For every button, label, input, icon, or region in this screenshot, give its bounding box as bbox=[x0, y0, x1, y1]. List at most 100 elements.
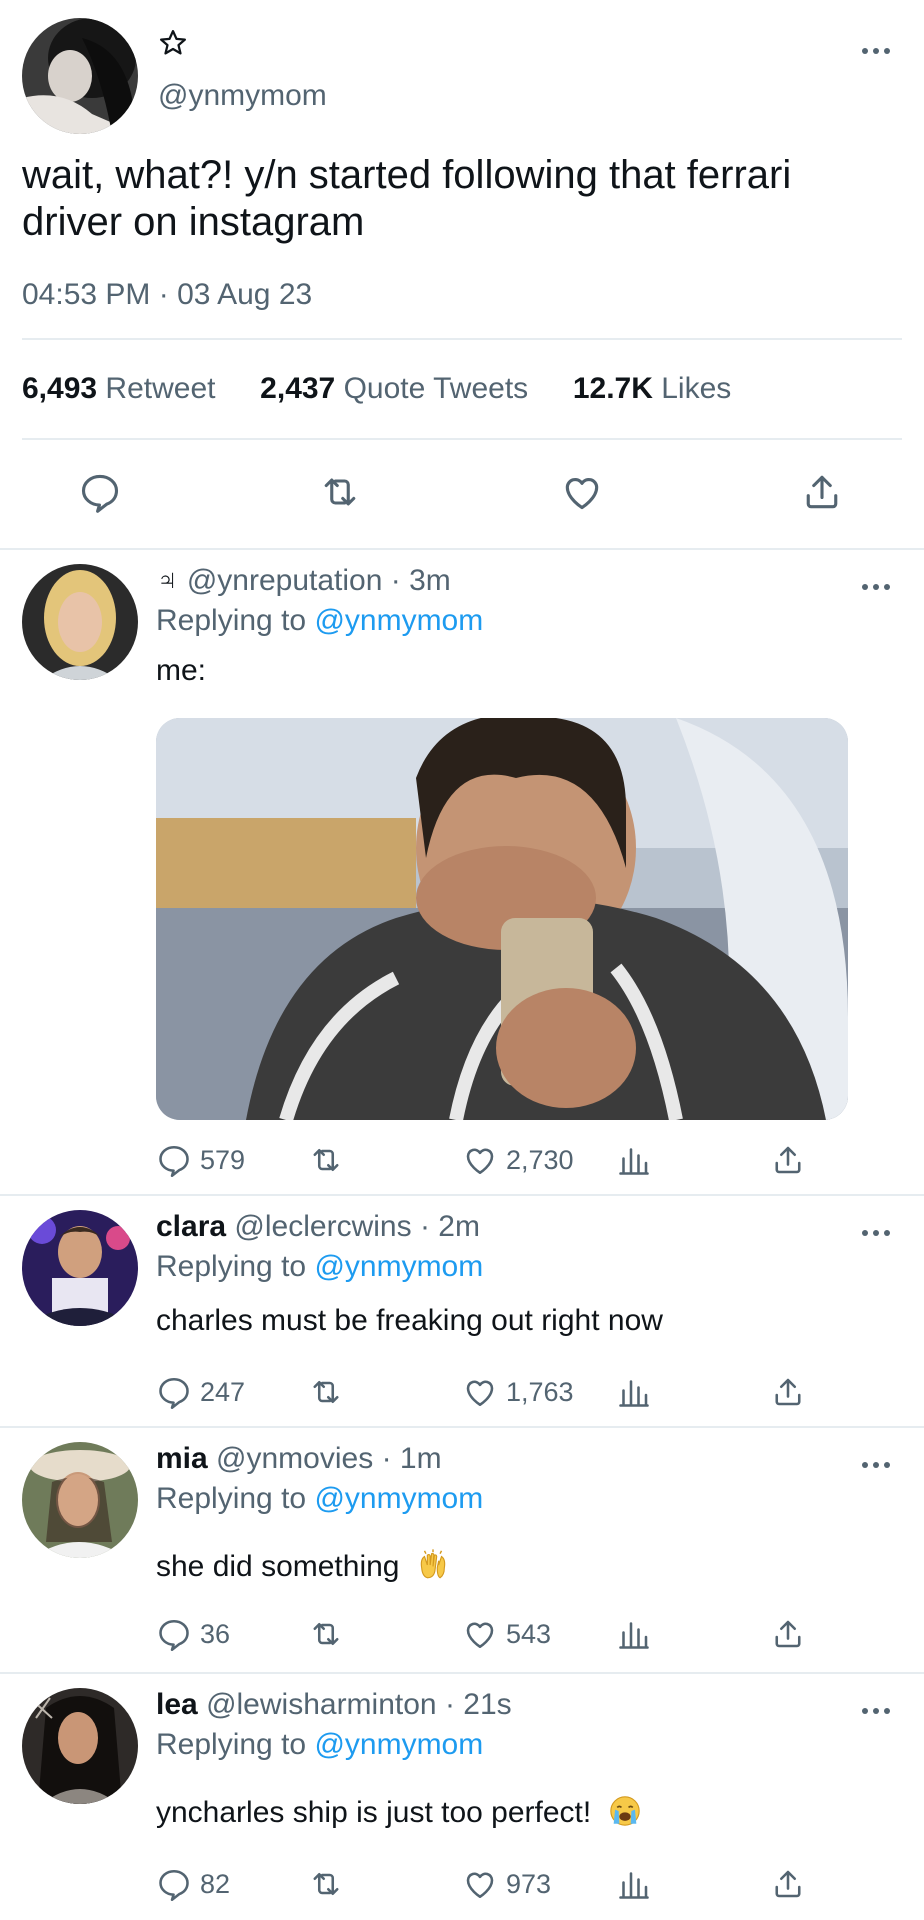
retweet-count[interactable]: 6,493 bbox=[22, 372, 97, 405]
avatar[interactable] bbox=[22, 564, 138, 680]
analytics-icon bbox=[619, 1872, 649, 1899]
quote-count[interactable]: 2,437 bbox=[260, 372, 335, 405]
retweet-button[interactable] bbox=[308, 1864, 352, 1904]
reply-name[interactable]: clara bbox=[156, 1210, 226, 1243]
reply-handle[interactable]: @ynmovies bbox=[216, 1442, 373, 1475]
analytics-button[interactable] bbox=[616, 1372, 652, 1412]
tweet-text: wait, what?! y/n started following that … bbox=[22, 153, 792, 244]
likes-count[interactable]: 12.7K bbox=[573, 372, 653, 405]
like-count: 543 bbox=[506, 1618, 552, 1649]
avatar[interactable] bbox=[22, 18, 138, 134]
like-icon bbox=[466, 1622, 494, 1649]
reply-icon[interactable] bbox=[78, 470, 122, 514]
share-icon bbox=[775, 1620, 801, 1648]
retweet-button[interactable] bbox=[308, 1372, 352, 1412]
avatar[interactable] bbox=[22, 1210, 138, 1326]
tweet-timestamp[interactable]: 04:53 PM · 03 Aug 23 bbox=[22, 278, 312, 312]
like-count: 1,763 bbox=[506, 1376, 574, 1407]
analytics-button[interactable] bbox=[616, 1140, 652, 1180]
reply-icon bbox=[159, 1869, 189, 1902]
like-count: 973 bbox=[506, 1868, 552, 1899]
more-options-icon[interactable] bbox=[860, 1706, 892, 1716]
reply-text: charles must be freaking out right now bbox=[156, 1304, 663, 1337]
analytics-button[interactable] bbox=[616, 1864, 652, 1904]
reply-button[interactable]: 82 bbox=[156, 1864, 230, 1904]
like-button[interactable]: 973 bbox=[462, 1864, 551, 1904]
share-button[interactable] bbox=[770, 1864, 806, 1904]
share-button[interactable] bbox=[770, 1140, 806, 1180]
reply-tweet[interactable]: ♃ @ynreputation · 3m Replying to @ynmymo… bbox=[0, 550, 924, 1194]
replying-to: Replying to @ynmymom bbox=[156, 1728, 483, 1762]
reply-tweet[interactable]: mia @ynmovies · 1m Replying to @ynmymom … bbox=[0, 1428, 924, 1672]
crying-face-emoji bbox=[609, 1796, 640, 1826]
replying-to-handle[interactable]: @ynmymom bbox=[314, 1482, 483, 1515]
reply-handle[interactable]: @lewisharminton bbox=[206, 1688, 437, 1721]
share-icon bbox=[775, 1378, 801, 1406]
like-icon[interactable] bbox=[560, 470, 604, 514]
raising-hands-emoji bbox=[420, 1549, 446, 1579]
reply-button[interactable]: 247 bbox=[156, 1372, 245, 1412]
replying-to-label: Replying to bbox=[156, 1250, 307, 1283]
avatar[interactable] bbox=[22, 1442, 138, 1558]
reply-button[interactable]: 579 bbox=[156, 1140, 245, 1180]
quote-label[interactable]: Quote Tweets bbox=[344, 372, 529, 405]
more-options-icon[interactable] bbox=[860, 1460, 892, 1470]
replying-to: Replying to @ynmymom bbox=[156, 604, 483, 638]
reply-count: 247 bbox=[200, 1376, 246, 1407]
more-options-icon[interactable] bbox=[860, 46, 892, 56]
reply-text: yncharles ship is just too perfect! bbox=[156, 1796, 592, 1829]
share-icon[interactable] bbox=[800, 470, 844, 514]
like-button[interactable]: 2,730 bbox=[462, 1140, 574, 1180]
reply-name[interactable]: mia bbox=[156, 1442, 208, 1475]
reply-name-glyph[interactable]: ♃ bbox=[156, 564, 179, 597]
reply-time[interactable]: · 21s bbox=[445, 1688, 512, 1721]
reply-icon bbox=[159, 1377, 189, 1410]
retweet-icon bbox=[313, 1380, 339, 1404]
analytics-button[interactable] bbox=[616, 1614, 652, 1654]
tweet-stats: 6,493 Retweet 2,437 Quote Tweets 12.7K L… bbox=[22, 372, 731, 406]
share-button[interactable] bbox=[770, 1614, 806, 1654]
more-options-icon[interactable] bbox=[860, 582, 892, 592]
avatar-image bbox=[22, 564, 138, 680]
replying-to-handle[interactable]: @ynmymom bbox=[314, 604, 483, 637]
analytics-icon bbox=[619, 1148, 649, 1175]
reply-action-bar: 82 973 bbox=[156, 1864, 801, 1904]
reply-header: ♃ @ynreputation · 3m bbox=[156, 564, 451, 598]
reply-count: 36 bbox=[200, 1618, 231, 1649]
replying-to: Replying to @ynmymom bbox=[156, 1482, 483, 1516]
retweet-label[interactable]: Retweet bbox=[105, 372, 215, 405]
reply-time[interactable]: · 1m bbox=[382, 1442, 442, 1475]
retweet-icon[interactable] bbox=[318, 470, 362, 514]
reply-time[interactable]: · 3m bbox=[391, 564, 451, 597]
reply-action-bar: 36 543 bbox=[156, 1614, 801, 1654]
replying-to-handle[interactable]: @ynmymom bbox=[314, 1250, 483, 1283]
reply-header: mia @ynmovies · 1m bbox=[156, 1442, 442, 1476]
reply-action-bar: 579 2,730 bbox=[156, 1140, 801, 1180]
analytics-icon bbox=[619, 1622, 649, 1649]
reply-name[interactable]: lea bbox=[156, 1688, 198, 1721]
reply-handle[interactable]: @leclercwins bbox=[234, 1210, 411, 1243]
reply-icon bbox=[159, 1619, 189, 1652]
reply-tweet[interactable]: lea @lewisharminton · 21s Replying to @y… bbox=[0, 1674, 924, 1920]
reply-button[interactable]: 36 bbox=[156, 1614, 230, 1654]
tweet-handle[interactable]: @ynmymom bbox=[158, 79, 327, 113]
reply-tweet[interactable]: clara @leclercwins · 2m Replying to @ynm… bbox=[0, 1196, 924, 1426]
retweet-button[interactable] bbox=[308, 1140, 352, 1180]
retweet-button[interactable] bbox=[308, 1614, 352, 1654]
avatar[interactable] bbox=[22, 1688, 138, 1804]
reply-text-row: yncharles ship is just too perfect! bbox=[156, 1794, 642, 1830]
likes-label[interactable]: Likes bbox=[661, 372, 731, 405]
replying-to-handle[interactable]: @ynmymom bbox=[314, 1728, 483, 1761]
tweet-action-bar bbox=[0, 470, 924, 520]
reply-count: 579 bbox=[200, 1144, 246, 1175]
more-options-icon[interactable] bbox=[860, 1228, 892, 1238]
reply-media-image[interactable] bbox=[156, 718, 848, 1120]
reply-time[interactable]: · 2m bbox=[420, 1210, 480, 1243]
replying-to: Replying to @ynmymom bbox=[156, 1250, 483, 1284]
like-button[interactable]: 1,763 bbox=[462, 1372, 574, 1412]
like-icon bbox=[466, 1872, 494, 1899]
reply-handle[interactable]: @ynreputation bbox=[187, 564, 383, 597]
share-button[interactable] bbox=[770, 1372, 806, 1412]
divider bbox=[22, 438, 902, 440]
like-button[interactable]: 543 bbox=[462, 1614, 551, 1654]
